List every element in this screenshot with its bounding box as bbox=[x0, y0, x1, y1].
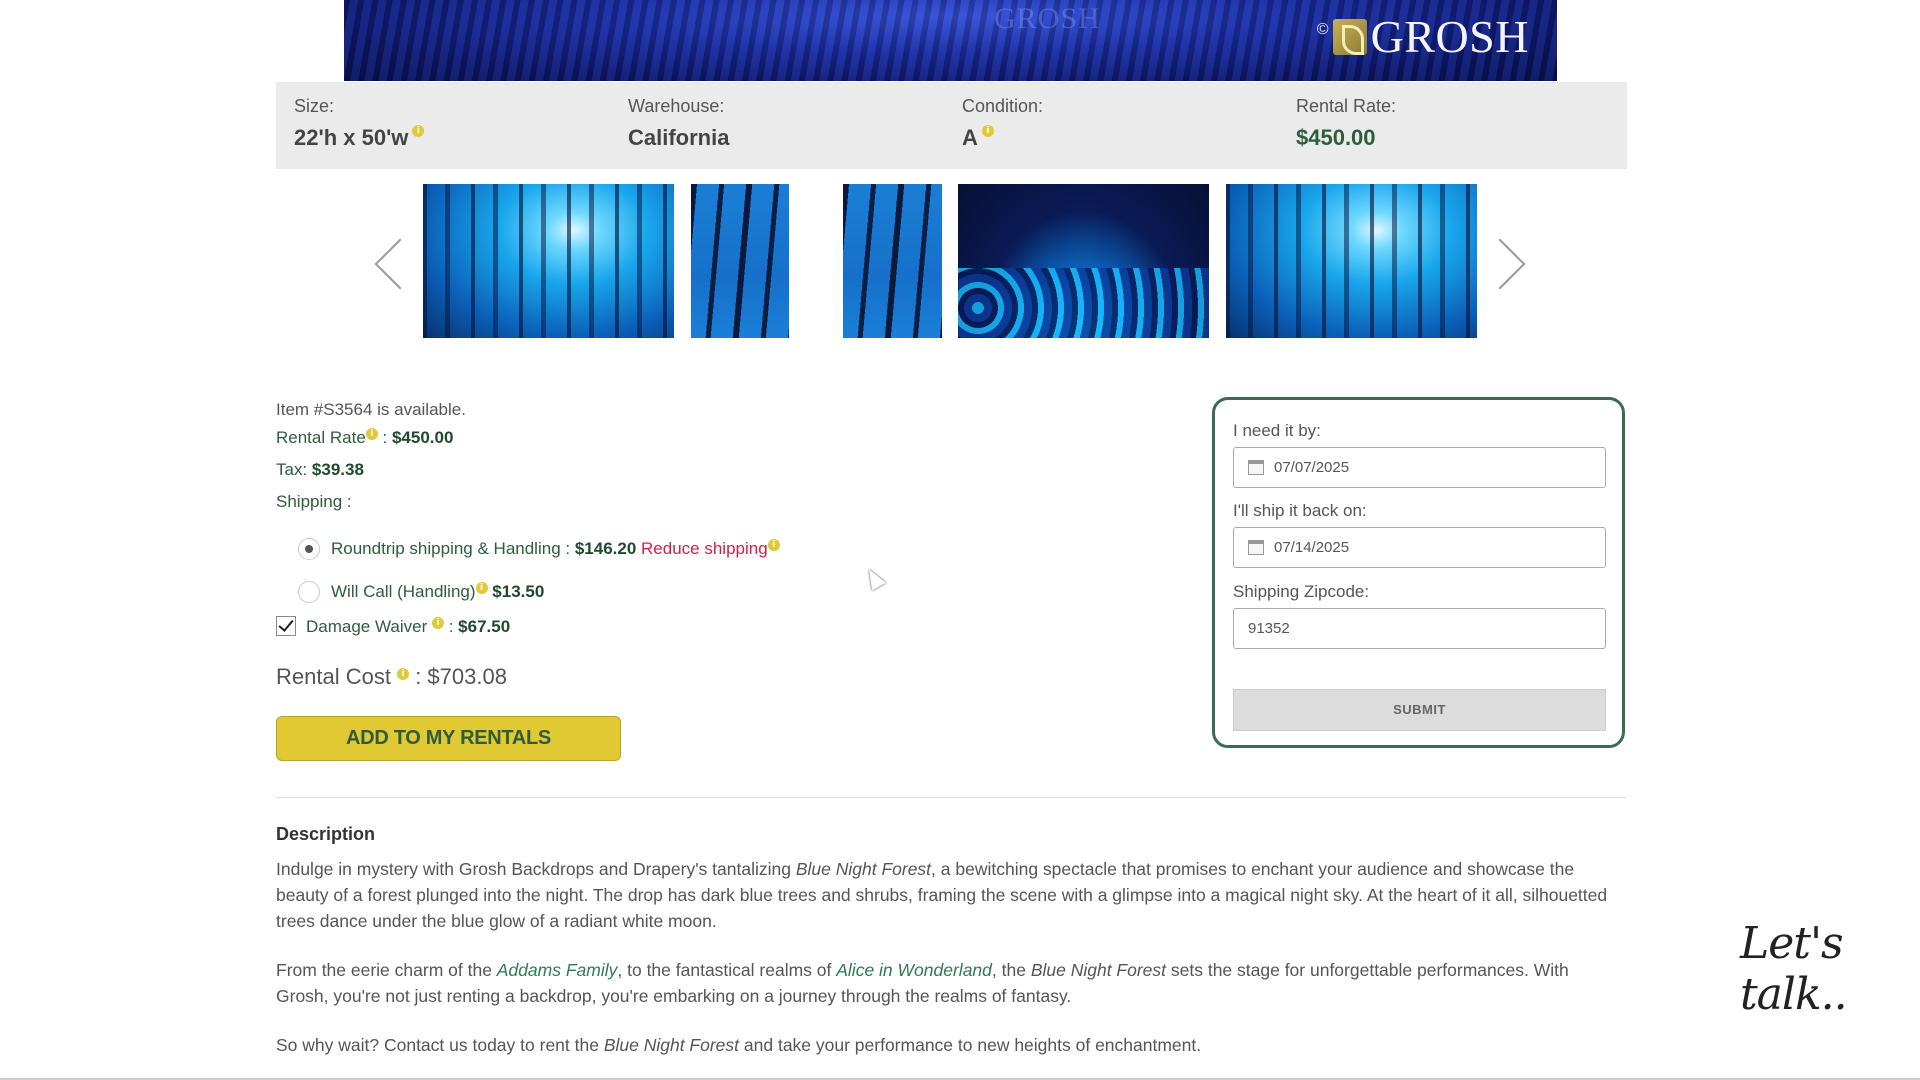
alice-in-wonderland-link[interactable]: Alice in Wonderland bbox=[836, 960, 992, 980]
spec-warehouse: Warehouse: California bbox=[628, 96, 729, 151]
thumbnail-image[interactable] bbox=[843, 184, 942, 338]
tax-label: Tax: bbox=[276, 460, 308, 479]
submit-button[interactable]: SUBMIT bbox=[1233, 689, 1606, 731]
will-call-value: $13.50 bbox=[492, 582, 545, 601]
will-call-row: Will Call (Handling) i $13.50 bbox=[331, 582, 544, 602]
zipcode-label: Shipping Zipcode: bbox=[1233, 582, 1370, 601]
divider bbox=[276, 797, 1626, 798]
rate-label: Rental Rate: bbox=[1296, 96, 1397, 116]
title-emphasis: Blue Night Forest bbox=[795, 859, 932, 879]
mouse-cursor-icon bbox=[862, 565, 886, 591]
copyright-symbol: © bbox=[1316, 20, 1329, 38]
ship-back-label: I'll ship it back on: bbox=[1233, 501, 1367, 520]
description-paragraph-1: Indulge in mystery with Grosh Backdrops … bbox=[276, 856, 1626, 934]
availability-status: Item #S3564 is available. bbox=[276, 400, 466, 419]
hero-banner-image: GROSH © GROSH bbox=[344, 0, 1557, 81]
roundtrip-row: Roundtrip shipping & Handling : $146.20 … bbox=[331, 539, 780, 559]
need-by-value: 07/07/2025 bbox=[1274, 459, 1350, 476]
thumbnail-image[interactable] bbox=[423, 184, 674, 338]
spec-rate: Rental Rate: $450.00 bbox=[1296, 96, 1396, 151]
warehouse-label: Warehouse: bbox=[628, 96, 725, 116]
chevron-right-icon[interactable] bbox=[1500, 232, 1530, 292]
rental-rate-label: Rental Rate bbox=[276, 428, 366, 447]
roundtrip-label[interactable]: Roundtrip shipping & Handling : bbox=[331, 539, 570, 558]
reduce-shipping-link[interactable]: Reduce shipping bbox=[641, 539, 768, 558]
will-call-label[interactable]: Will Call (Handling) bbox=[331, 582, 476, 601]
size-value: 22'h x 50'w i bbox=[294, 125, 425, 151]
add-to-rentals-button[interactable]: ADD TO MY RENTALS bbox=[276, 716, 621, 761]
rental-cost-label: Rental Cost bbox=[276, 664, 391, 689]
condition-label: Condition: bbox=[962, 96, 1044, 116]
damage-waiver-checkbox[interactable] bbox=[276, 616, 296, 636]
info-icon[interactable]: i bbox=[475, 582, 488, 595]
description-paragraph-3: So why wait? Contact us today to rent th… bbox=[276, 1032, 1626, 1058]
description-text: So why wait? Contact us today to rent th… bbox=[276, 1035, 604, 1055]
title-emphasis: Blue Night Forest bbox=[1030, 960, 1167, 980]
info-icon[interactable]: i bbox=[431, 617, 444, 630]
zipcode-value: 91352 bbox=[1248, 620, 1290, 637]
info-icon[interactable]: i bbox=[767, 539, 780, 552]
description-text: From the eerie charm of the bbox=[276, 960, 497, 980]
thumbnail-image[interactable] bbox=[691, 184, 789, 338]
rental-cost-row: Rental Cost i : $703.08 bbox=[276, 664, 507, 689]
roundtrip-radio[interactable] bbox=[298, 538, 320, 560]
lets-talk-chat-button[interactable]: Let's talk.. bbox=[1740, 918, 1920, 1020]
thumbnail-image[interactable] bbox=[958, 184, 1209, 338]
ship-back-value: 07/14/2025 bbox=[1274, 539, 1350, 556]
tax-value: $39.38 bbox=[311, 460, 364, 479]
roundtrip-value: $146.20 bbox=[574, 539, 637, 558]
description-text: , to the fantastical realms of bbox=[617, 960, 837, 980]
info-icon[interactable]: i bbox=[412, 125, 425, 137]
brand-name: GROSH bbox=[1370, 11, 1529, 62]
warehouse-value: California bbox=[628, 125, 730, 150]
spec-bar: Size: 22'h x 50'w i Warehouse: Californi… bbox=[276, 82, 1627, 169]
rental-dates-form: I need it by: 07/07/2025 I'll ship it ba… bbox=[1212, 397, 1625, 748]
title-emphasis: Blue Night Forest bbox=[603, 1035, 740, 1055]
addams-family-link[interactable]: Addams Family bbox=[497, 960, 618, 980]
zipcode-input[interactable]: 91352 bbox=[1233, 608, 1606, 649]
description-text: and take your performance to new heights… bbox=[739, 1035, 1202, 1055]
tax-row: Tax: $39.38 bbox=[276, 460, 364, 480]
info-icon[interactable]: i bbox=[981, 125, 994, 137]
condition-value: A i bbox=[962, 125, 1043, 151]
info-icon[interactable]: i bbox=[365, 428, 378, 441]
will-call-radio[interactable] bbox=[298, 581, 320, 603]
rental-rate-row: Rental Rate i : $450.00 bbox=[276, 428, 454, 447]
rate-value: $450.00 bbox=[1296, 125, 1376, 150]
size-text: 22'h x 50'w bbox=[294, 125, 409, 150]
damage-waiver-row: Damage Waiver i : $67.50 bbox=[306, 617, 511, 636]
grosh-leaf-icon bbox=[1332, 18, 1367, 55]
damage-waiver-label[interactable]: Damage Waiver bbox=[306, 617, 427, 636]
thumbnail-image[interactable] bbox=[1226, 184, 1477, 338]
rental-cost-value: $703.08 bbox=[427, 664, 507, 689]
ship-back-date-input[interactable]: 07/14/2025 bbox=[1233, 527, 1606, 568]
chevron-left-icon[interactable] bbox=[370, 232, 400, 292]
need-by-date-input[interactable]: 07/07/2025 bbox=[1233, 447, 1606, 488]
hero-watermark: GROSH bbox=[994, 2, 1101, 35]
shipping-label: Shipping : bbox=[276, 492, 352, 511]
damage-waiver-value: $67.50 bbox=[458, 617, 511, 636]
calendar-icon[interactable] bbox=[1248, 460, 1264, 475]
calendar-icon[interactable] bbox=[1248, 540, 1264, 555]
description-text: , the bbox=[991, 960, 1031, 980]
brand-logo: © GROSH bbox=[1317, 10, 1529, 63]
description-text: Indulge in mystery with Grosh Backdrops … bbox=[276, 859, 796, 879]
size-label: Size: bbox=[294, 96, 335, 116]
rental-rate-value: $450.00 bbox=[391, 428, 454, 447]
description-paragraph-2: From the eerie charm of the Addams Famil… bbox=[276, 957, 1626, 1009]
spec-size: Size: 22'h x 50'w i bbox=[294, 96, 425, 151]
description-title: Description bbox=[276, 824, 376, 844]
condition-text: A bbox=[962, 125, 978, 150]
need-by-label: I need it by: bbox=[1233, 421, 1321, 440]
info-icon[interactable]: i bbox=[397, 667, 410, 680]
spec-condition: Condition: A i bbox=[962, 96, 1043, 151]
